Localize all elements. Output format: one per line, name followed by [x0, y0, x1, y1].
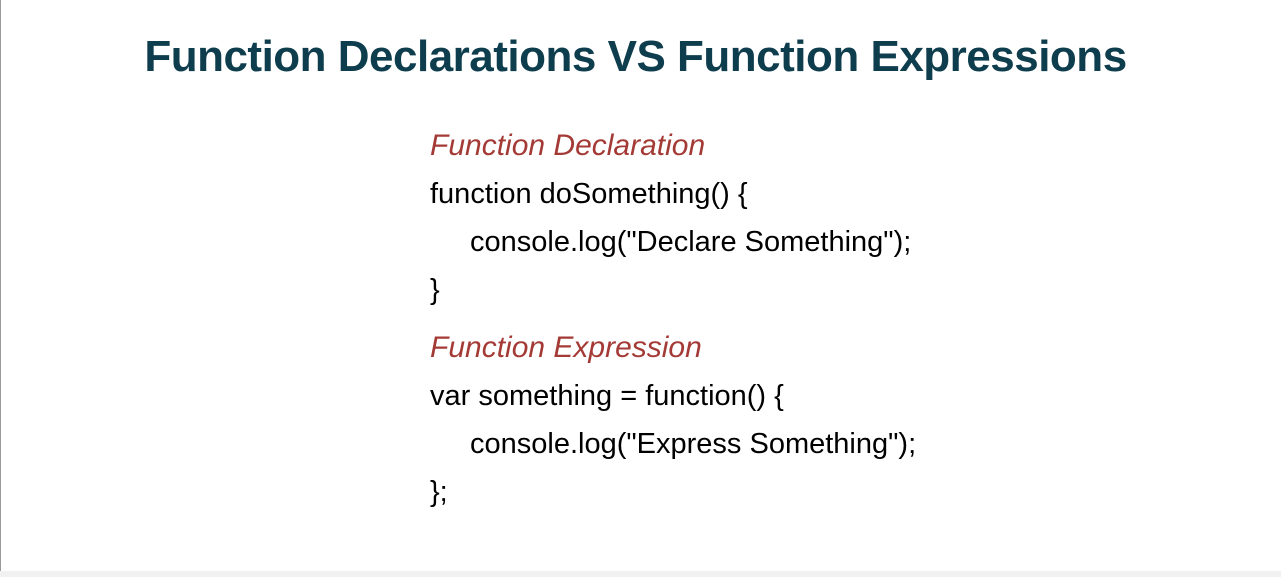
slide-bottom-edge	[0, 571, 1281, 577]
slide-left-border	[0, 0, 1, 577]
expression-code-line-1: var something = function() {	[430, 380, 784, 412]
declaration-label: Function Declaration	[430, 129, 706, 162]
expression-section: Function Expression var something = func…	[430, 324, 1130, 516]
expression-code-line-2: console.log("Express Something");	[470, 428, 917, 460]
expression-code-line-3: };	[430, 476, 448, 508]
expression-label: Function Expression	[430, 331, 702, 364]
declaration-code-line-2: console.log("Declare Something");	[470, 226, 912, 258]
declaration-code-line-3: }	[430, 274, 440, 306]
code-content: Function Declaration function doSomethin…	[430, 122, 1130, 516]
slide: Function Declarations VS Function Expres…	[0, 0, 1281, 577]
slide-title: Function Declarations VS Function Expres…	[144, 32, 1127, 81]
declaration-code-line-1: function doSomething() {	[430, 178, 748, 210]
declaration-section: Function Declaration function doSomethin…	[430, 122, 1130, 314]
